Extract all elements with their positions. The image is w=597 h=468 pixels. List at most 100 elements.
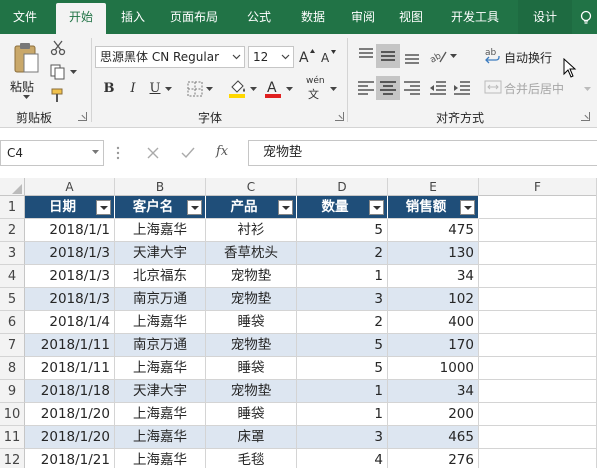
- empty-cell[interactable]: [479, 288, 597, 311]
- phonetic-guide-button[interactable]: wén 文: [304, 76, 330, 101]
- table-cell[interactable]: 2018/1/11: [25, 334, 115, 357]
- table-cell[interactable]: 170: [388, 334, 479, 357]
- table-cell[interactable]: 南京万通: [115, 288, 206, 311]
- row-header[interactable]: 5: [0, 288, 25, 311]
- tab-home[interactable]: 开始: [56, 3, 106, 34]
- table-cell[interactable]: 34: [388, 380, 479, 403]
- table-cell[interactable]: 5: [297, 357, 388, 380]
- tab-view[interactable]: 视图: [388, 0, 434, 34]
- table-cell[interactable]: 2018/1/3: [25, 288, 115, 311]
- enter-check-icon[interactable]: [181, 146, 195, 160]
- table-cell[interactable]: 2018/1/20: [25, 426, 115, 449]
- cancel-icon[interactable]: [146, 146, 160, 160]
- filter-dropdown-icon[interactable]: [96, 200, 111, 215]
- table-header-cell[interactable]: 产品: [206, 196, 297, 219]
- table-cell[interactable]: 2018/1/18: [25, 380, 115, 403]
- table-header-cell[interactable]: 日期: [25, 196, 115, 219]
- table-cell[interactable]: 3: [297, 426, 388, 449]
- row-header[interactable]: 2: [0, 219, 25, 242]
- empty-cell[interactable]: [479, 426, 597, 449]
- underline-button[interactable]: U: [146, 80, 164, 98]
- row-header[interactable]: 4: [0, 265, 25, 288]
- table-cell[interactable]: 睡袋: [206, 403, 297, 426]
- table-cell[interactable]: 天津大宇: [115, 242, 206, 265]
- orientation-icon[interactable]: ab: [428, 46, 448, 66]
- row-header[interactable]: 7: [0, 334, 25, 357]
- align-left-icon[interactable]: [356, 78, 376, 98]
- chevron-down-icon[interactable]: [250, 87, 257, 92]
- table-cell[interactable]: 1000: [388, 357, 479, 380]
- formula-input[interactable]: 宠物垫: [248, 140, 597, 166]
- chevron-down-icon[interactable]: [330, 87, 337, 92]
- table-cell[interactable]: 2: [297, 311, 388, 334]
- insert-function-button[interactable]: fx: [216, 144, 238, 162]
- select-all-corner[interactable]: [0, 178, 25, 196]
- table-cell[interactable]: 2018/1/4: [25, 311, 115, 334]
- align-bottom-icon[interactable]: [402, 46, 422, 66]
- table-cell[interactable]: 465: [388, 426, 479, 449]
- table-cell[interactable]: 上海嘉华: [115, 426, 206, 449]
- column-header-d[interactable]: D: [297, 178, 388, 196]
- tab-developer[interactable]: 开发工具: [440, 0, 510, 34]
- tab-data[interactable]: 数据: [290, 0, 336, 34]
- table-cell[interactable]: 102: [388, 288, 479, 311]
- table-cell[interactable]: 睡袋: [206, 311, 297, 334]
- bold-button[interactable]: B: [100, 80, 118, 98]
- table-cell[interactable]: 5: [297, 219, 388, 242]
- table-cell[interactable]: 上海嘉华: [115, 219, 206, 242]
- empty-cell[interactable]: [479, 334, 597, 357]
- table-header-cell[interactable]: 数量: [297, 196, 388, 219]
- table-cell[interactable]: 宠物垫: [206, 288, 297, 311]
- copy-icon[interactable]: [50, 64, 66, 80]
- font-size-select[interactable]: 12: [248, 46, 294, 68]
- align-center-button[interactable]: [376, 76, 400, 100]
- paste-button[interactable]: 粘贴: [6, 40, 46, 100]
- row-header[interactable]: 10: [0, 403, 25, 426]
- empty-cell[interactable]: [479, 265, 597, 288]
- table-cell[interactable]: 宠物垫: [206, 380, 297, 403]
- decrease-indent-icon[interactable]: [428, 78, 448, 98]
- table-cell[interactable]: 2018/1/21: [25, 449, 115, 468]
- table-cell[interactable]: 1: [297, 403, 388, 426]
- row-header[interactable]: 12: [0, 449, 25, 468]
- table-cell[interactable]: 睡袋: [206, 357, 297, 380]
- increase-indent-icon[interactable]: [452, 78, 472, 98]
- table-cell[interactable]: 1: [297, 380, 388, 403]
- table-cell[interactable]: 5: [297, 334, 388, 357]
- table-header-cell[interactable]: 销售额: [388, 196, 479, 219]
- name-box[interactable]: C4: [0, 140, 104, 166]
- table-cell[interactable]: 宠物垫: [206, 334, 297, 357]
- table-cell[interactable]: 上海嘉华: [115, 311, 206, 334]
- table-cell[interactable]: 2018/1/1: [25, 219, 115, 242]
- fill-color-icon[interactable]: [228, 78, 248, 98]
- tab-insert[interactable]: 插入: [108, 0, 158, 34]
- table-cell[interactable]: 上海嘉华: [115, 357, 206, 380]
- tab-file[interactable]: 文件: [0, 0, 50, 34]
- table-cell[interactable]: 北京福东: [115, 265, 206, 288]
- align-right-icon[interactable]: [402, 78, 422, 98]
- table-cell[interactable]: 2018/1/3: [25, 265, 115, 288]
- empty-cell[interactable]: [479, 380, 597, 403]
- alignment-launcher-icon[interactable]: [581, 112, 590, 121]
- table-cell[interactable]: 4: [297, 449, 388, 468]
- font-launcher-icon[interactable]: [335, 112, 344, 121]
- table-cell[interactable]: 2018/1/11: [25, 357, 115, 380]
- format-painter-icon[interactable]: [50, 88, 66, 104]
- row-header[interactable]: 6: [0, 311, 25, 334]
- empty-cell[interactable]: [479, 219, 597, 242]
- empty-cell[interactable]: [479, 196, 597, 219]
- chevron-down-icon[interactable]: [206, 87, 213, 92]
- table-cell[interactable]: 200: [388, 403, 479, 426]
- cut-icon[interactable]: [50, 40, 66, 56]
- column-header-b[interactable]: B: [115, 178, 206, 196]
- column-header-f[interactable]: F: [479, 178, 597, 196]
- chevron-down-icon[interactable]: [584, 87, 591, 92]
- empty-cell[interactable]: [479, 357, 597, 380]
- table-cell[interactable]: 毛毯: [206, 449, 297, 468]
- chevron-down-icon[interactable]: [70, 70, 77, 75]
- empty-cell[interactable]: [479, 403, 597, 426]
- chevron-down-icon[interactable]: [165, 87, 172, 92]
- column-header-a[interactable]: A: [25, 178, 115, 196]
- table-cell[interactable]: 2018/1/20: [25, 403, 115, 426]
- table-cell[interactable]: 1: [297, 265, 388, 288]
